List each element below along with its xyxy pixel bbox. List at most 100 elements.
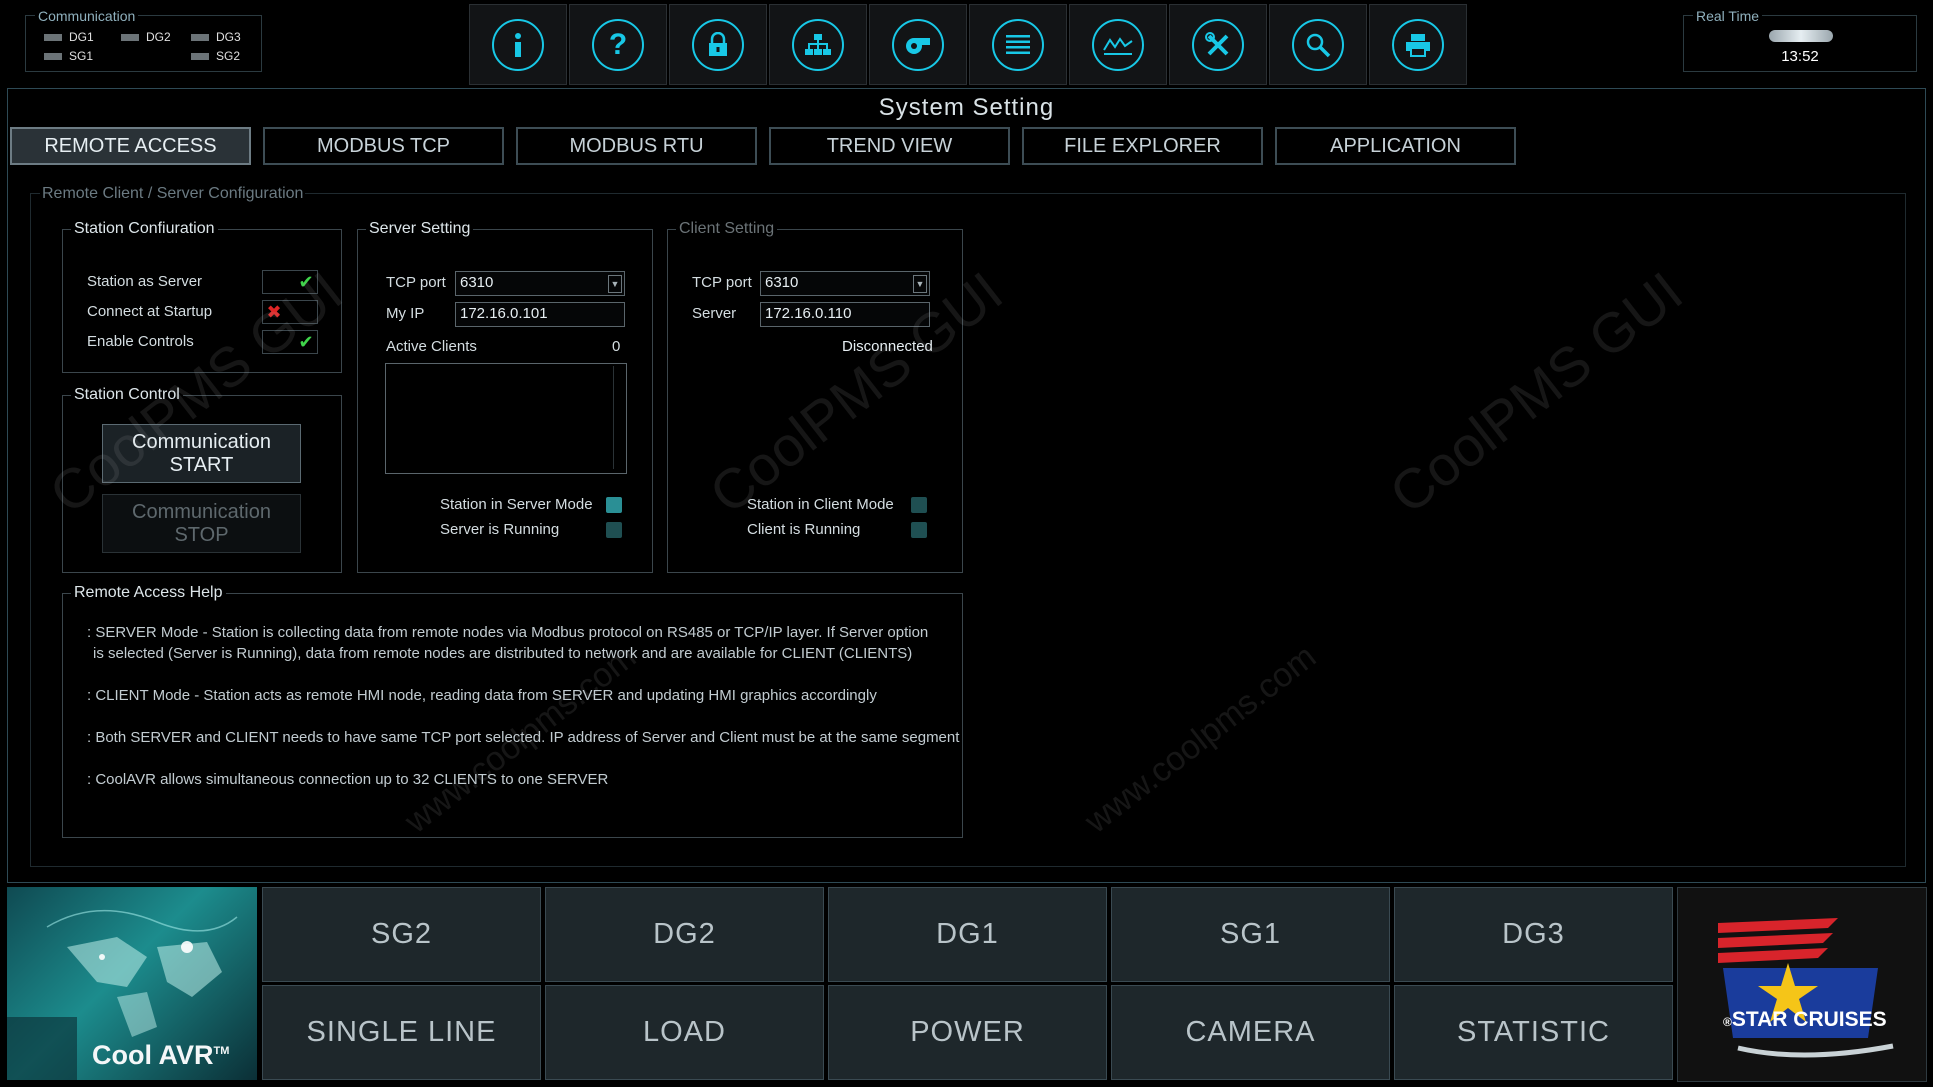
- tab-application[interactable]: APPLICATION: [1275, 127, 1516, 165]
- active-clients-list[interactable]: [385, 363, 627, 474]
- real-time-title: Real Time: [1693, 8, 1763, 24]
- nav-load[interactable]: LOAD: [545, 985, 824, 1080]
- tools-icon: [1192, 18, 1244, 71]
- communication-title: Communication: [35, 8, 139, 24]
- trend-icon: [1092, 18, 1144, 71]
- server-running-label: Server is Running: [440, 521, 560, 538]
- client-status-text: Disconnected: [842, 338, 933, 355]
- connect-at-startup-label: Connect at Startup: [87, 303, 213, 320]
- trend-button[interactable]: [1069, 4, 1167, 85]
- list-button[interactable]: [969, 4, 1067, 85]
- nav-sg2[interactable]: SG2: [262, 887, 541, 982]
- client-tcp-port-label: TCP port: [692, 274, 752, 291]
- help-line: is selected (Server is Running), data fr…: [93, 645, 913, 662]
- tab-modbus-rtu[interactable]: MODBUS RTU: [516, 127, 757, 165]
- active-clients-count: 0: [612, 338, 621, 355]
- star-cruises-text: ®STAR CRUISES: [1723, 1008, 1887, 1031]
- active-clients-label: Active Clients: [386, 338, 477, 355]
- server-running-indicator: [606, 522, 622, 538]
- search-icon: [1292, 18, 1344, 71]
- cool-avr-text: Cool AVRTM: [92, 1040, 230, 1070]
- connect-at-startup-checkbox[interactable]: ✖: [262, 300, 318, 324]
- server-ip-field[interactable]: 172.16.0.110: [760, 302, 930, 327]
- print-button[interactable]: [1369, 4, 1467, 85]
- client-setting-title: Client Setting: [676, 220, 778, 238]
- client-mode-indicator: [911, 497, 927, 513]
- list-icon: [992, 18, 1044, 71]
- tab-remote-access[interactable]: REMOTE ACCESS: [10, 127, 251, 165]
- station-as-server-label: Station as Server: [87, 273, 203, 290]
- server-setting-group: Server Setting TCP port 6310 ▼ My IP 172…: [357, 220, 653, 573]
- server-mode-label: Station in Server Mode: [440, 496, 593, 513]
- info-button[interactable]: [469, 4, 567, 85]
- printer-icon: [1392, 18, 1444, 71]
- station-configuration-group: Station Confiuration Station as Server ✔…: [62, 220, 342, 373]
- channel-sg2: SG2: [191, 49, 240, 63]
- server-tcp-port-select[interactable]: 6310 ▼: [455, 271, 625, 296]
- tools-button[interactable]: [1169, 4, 1267, 85]
- tab-modbus-tcp[interactable]: MODBUS TCP: [263, 127, 504, 165]
- nav-sg1[interactable]: SG1: [1111, 887, 1390, 982]
- channel-dg3: DG3: [191, 30, 241, 44]
- nav-camera[interactable]: CAMERA: [1111, 985, 1390, 1080]
- check-icon: ✔: [298, 272, 314, 292]
- lock-button[interactable]: [669, 4, 767, 85]
- help-icon: ?: [592, 18, 644, 71]
- station-control-title: Station Control: [71, 386, 183, 404]
- my-ip-field[interactable]: 172.16.0.101: [455, 302, 625, 327]
- nav-power[interactable]: POWER: [828, 985, 1107, 1080]
- client-running-indicator: [911, 522, 927, 538]
- server-mode-indicator: [606, 497, 622, 513]
- real-time-panel: Real Time 13:52: [1683, 8, 1917, 72]
- station-as-server-checkbox[interactable]: ✔: [262, 270, 318, 294]
- remote-access-help-group: Remote Access Help : SERVER Mode - Stati…: [62, 584, 963, 838]
- lock-icon: [692, 18, 744, 71]
- search-button[interactable]: [1269, 4, 1367, 85]
- nav-dg2[interactable]: DG2: [545, 887, 824, 982]
- network-icon: [792, 18, 844, 71]
- star-cruises-logo: ®STAR CRUISES: [1677, 887, 1927, 1082]
- network-button[interactable]: [769, 4, 867, 85]
- help-line: : SERVER Mode - Station is collecting da…: [87, 624, 929, 641]
- help-line: : Both SERVER and CLIENT needs to have s…: [87, 729, 960, 746]
- chevron-down-icon: ▼: [608, 275, 622, 293]
- page-title: System Setting: [878, 94, 1055, 121]
- client-mode-label: Station in Client Mode: [747, 496, 894, 513]
- channel-dg1: DG1: [44, 30, 94, 44]
- whistle-icon: [892, 18, 944, 71]
- nav-dg3[interactable]: DG3: [1394, 887, 1673, 982]
- brand-logo-icon: [1769, 30, 1833, 42]
- whistle-button[interactable]: [869, 4, 967, 85]
- tab-trend-view[interactable]: TREND VIEW: [769, 127, 1010, 165]
- enable-controls-checkbox[interactable]: ✔: [262, 330, 318, 354]
- help-title: Remote Access Help: [71, 584, 226, 602]
- communication-start-button[interactable]: Communication START: [102, 424, 301, 483]
- chevron-down-icon: ▼: [913, 275, 927, 293]
- station-configuration-title: Station Confiuration: [71, 220, 218, 238]
- info-icon: [492, 18, 544, 71]
- channel-dg2: DG2: [121, 30, 171, 44]
- server-tcp-port-label: TCP port: [386, 274, 446, 291]
- my-ip-label: My IP: [386, 305, 425, 322]
- star-cruises-emblem-icon: [1718, 918, 1894, 1058]
- nav-single-line[interactable]: SINGLE LINE: [262, 985, 541, 1080]
- cross-icon: ✖: [266, 302, 282, 322]
- help-button[interactable]: ?: [569, 4, 667, 85]
- tab-file-explorer[interactable]: FILE EXPLORER: [1022, 127, 1263, 165]
- enable-controls-label: Enable Controls: [87, 333, 194, 350]
- server-ip-label: Server: [692, 305, 737, 322]
- client-setting-group: Client Setting TCP port 6310 ▼ Server 17…: [667, 220, 963, 573]
- communication-stop-button[interactable]: Communication STOP: [102, 494, 301, 553]
- client-tcp-port-select[interactable]: 6310 ▼: [760, 271, 930, 296]
- server-setting-title: Server Setting: [366, 220, 474, 238]
- clock-time: 13:52: [1781, 48, 1819, 65]
- list-scrollbar[interactable]: [613, 366, 624, 469]
- nav-statistic[interactable]: STATISTIC: [1394, 985, 1673, 1080]
- section-title: Remote Client / Server Configuration: [40, 185, 306, 203]
- communication-panel: Communication DG1 DG2 DG3 SG1 SG2: [25, 8, 262, 72]
- client-running-label: Client is Running: [747, 521, 861, 538]
- cool-avr-logo: Cool AVRTM: [7, 887, 257, 1080]
- nav-dg1[interactable]: DG1: [828, 887, 1107, 982]
- help-line: : CoolAVR allows simultaneous connection…: [87, 771, 609, 788]
- check-icon: ✔: [298, 332, 314, 352]
